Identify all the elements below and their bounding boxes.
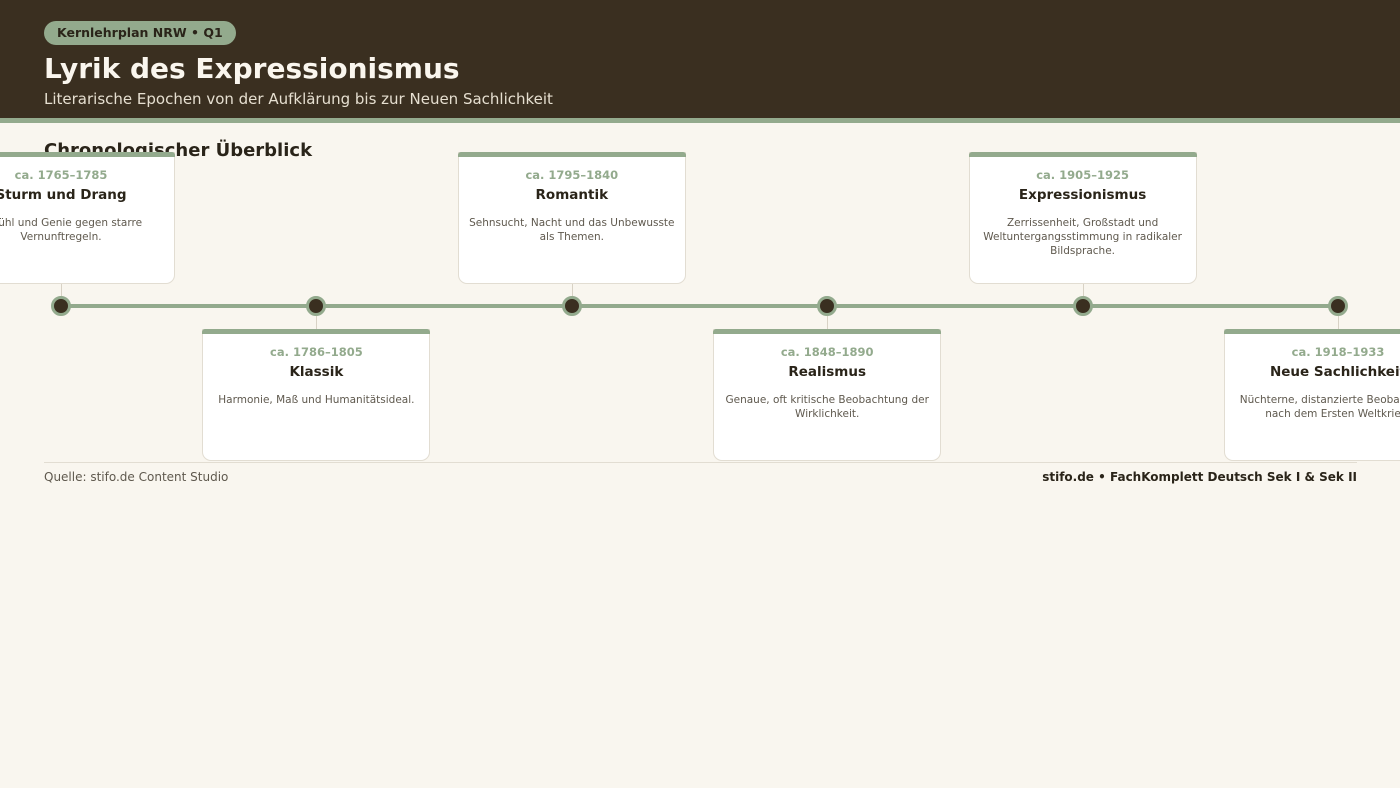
timeline-connector: [61, 284, 62, 296]
epoch-date: ca. 1918–1933: [1291, 345, 1385, 359]
epoch-date: ca. 1786–1805: [270, 345, 363, 359]
epoch-card: ca. 1848–1890 Realismus Genaue, oft kritis…: [713, 329, 942, 461]
footer-divider: [44, 462, 1357, 463]
timeline-dot: [1328, 296, 1348, 316]
timeline-dot: [561, 296, 582, 316]
timeline-connector: [827, 316, 829, 329]
epoch-name: Klassik: [289, 364, 344, 380]
timeline-dot: [51, 296, 71, 316]
epoch-description: Zerrissenheit, Großstadt und Weltunterga…: [983, 217, 1182, 257]
epoch-description: Harmonie, Maß und Humanitätsideal.: [218, 394, 415, 406]
header-divider: [0, 118, 1400, 123]
epoch-date: ca. 1765–1785: [14, 168, 108, 182]
epoch-card: ca. 1905–1925 Expressionismus Zerrissenhei…: [968, 152, 1197, 284]
epoch-description: Sehnsucht, Nacht und das Unbewusste als …: [469, 217, 675, 243]
epoch-name: Expressionismus: [1018, 187, 1147, 203]
timeline-dot: [1072, 296, 1093, 316]
epoch-name: Neue Sachlichkeit: [1269, 364, 1400, 380]
timeline-connector: [1338, 316, 1339, 329]
epoch-date: ca. 1905–1925: [1036, 168, 1129, 182]
timeline-dot: [817, 296, 838, 316]
timeline-dot: [306, 296, 327, 316]
header-banner: Kernlehrplan NRW • Q1 Lyrik des Expressi…: [0, 0, 1400, 118]
epoch-card: ca. 1918–1933 Neue Sachlichkeit Nüchterne,…: [1224, 329, 1400, 461]
epoch-description: Genaue, oft kritische Beobachtung der Wi…: [725, 394, 929, 420]
epoch-card: ca. 1795–1840 Romantik Sehnsucht, Nacht un…: [457, 152, 686, 284]
epoch-date: ca. 1848–1890: [780, 345, 874, 359]
epoch-description: Nüchterne, distanzierte Beobachtung nach…: [1239, 394, 1400, 420]
curriculum-badge: Kernlehrplan NRW • Q1: [44, 21, 236, 45]
timeline-axis: [61, 304, 1338, 308]
timeline-connector: [316, 316, 318, 329]
page-title: Lyrik des Expressionismus: [44, 52, 460, 85]
epoch-description: Gefühl und Genie gegen starre Vernunftre…: [0, 217, 143, 243]
epoch-card: ca. 1765–1785 Sturm und Drang Gefühl und G…: [0, 152, 175, 284]
epoch-name: Sturm und Drang: [0, 187, 127, 203]
epoch-date: ca. 1795–1840: [525, 168, 619, 182]
epoch-name: Realismus: [788, 364, 867, 380]
timeline-connector: [1082, 284, 1084, 296]
epoch-card: ca. 1786–1805 Klassik Harmonie, Maß und Hu…: [202, 329, 431, 461]
epoch-name: Romantik: [535, 187, 609, 203]
footer-source: Quelle: stifo.de Content Studio: [44, 470, 229, 484]
footer-brand: stifo.de • FachKomplett Deutsch Sek I & …: [1042, 470, 1357, 484]
page-subtitle: Literarische Epochen von der Aufklärung …: [44, 90, 553, 108]
timeline-connector: [571, 284, 573, 296]
